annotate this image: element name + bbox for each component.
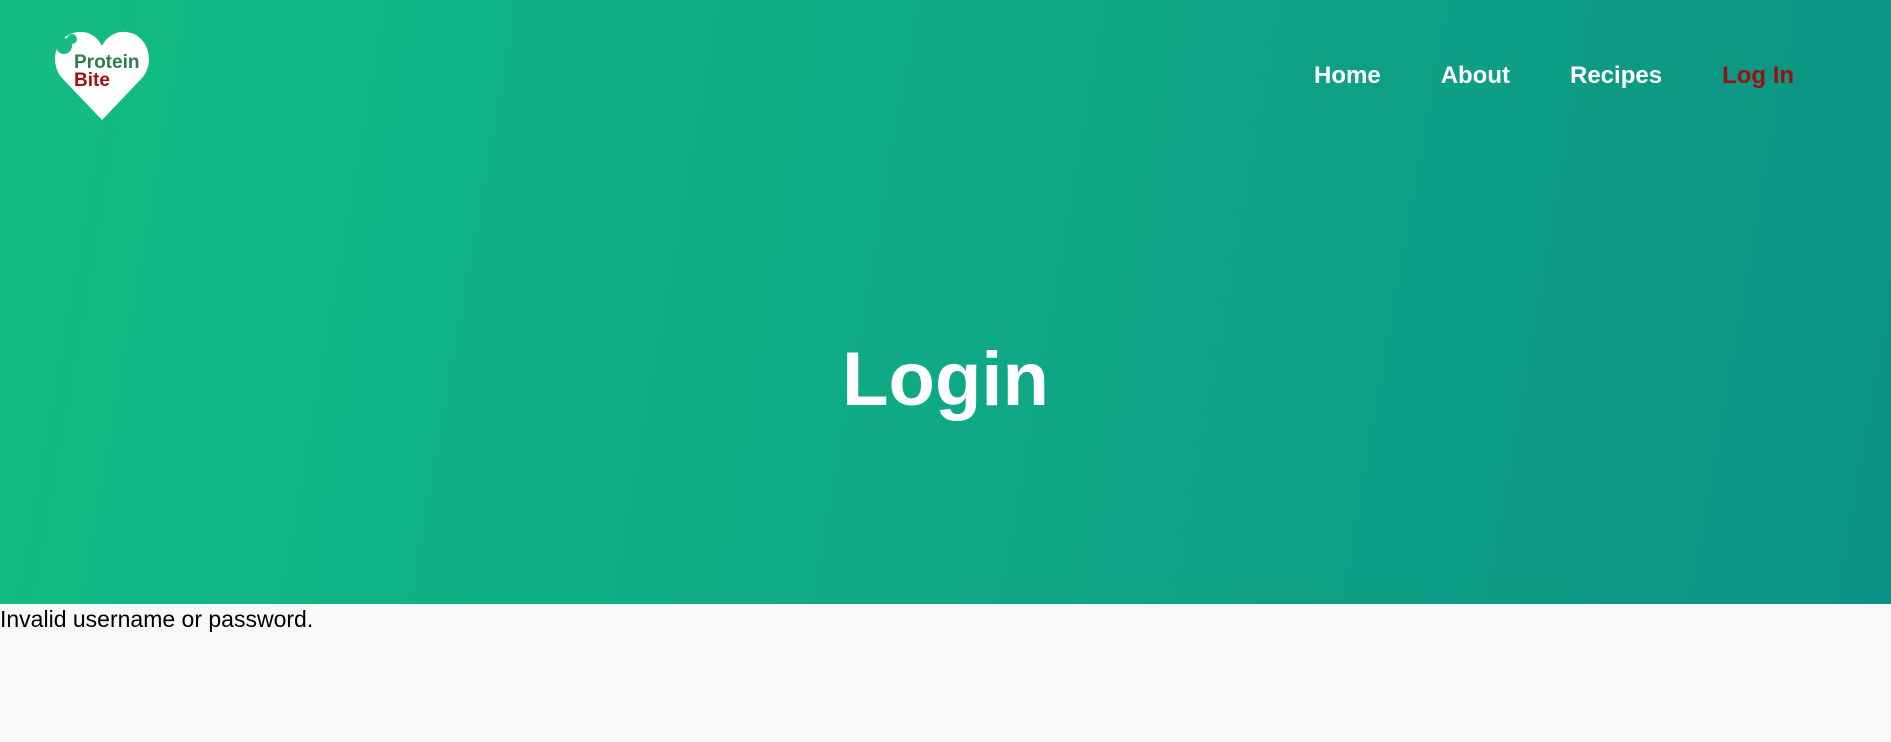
main-nav: Home About Recipes Log In xyxy=(1314,62,1854,90)
nav-about-link[interactable]: About xyxy=(1441,62,1510,90)
heart-logo-icon: Protein Bite xyxy=(55,31,149,121)
nav-recipes-link[interactable]: Recipes xyxy=(1570,62,1662,90)
logo-link[interactable]: Protein Bite xyxy=(52,26,152,122)
nav-home-link[interactable]: Home xyxy=(1314,62,1381,90)
logo-text-bite: Bite xyxy=(74,70,110,91)
page-title: Login xyxy=(842,337,1049,422)
error-message: Invalid username or password. xyxy=(0,606,314,632)
hero-header: Protein Bite Home About Recipes Log In L… xyxy=(0,0,1891,604)
nav-login-link[interactable]: Log In xyxy=(1722,62,1794,90)
